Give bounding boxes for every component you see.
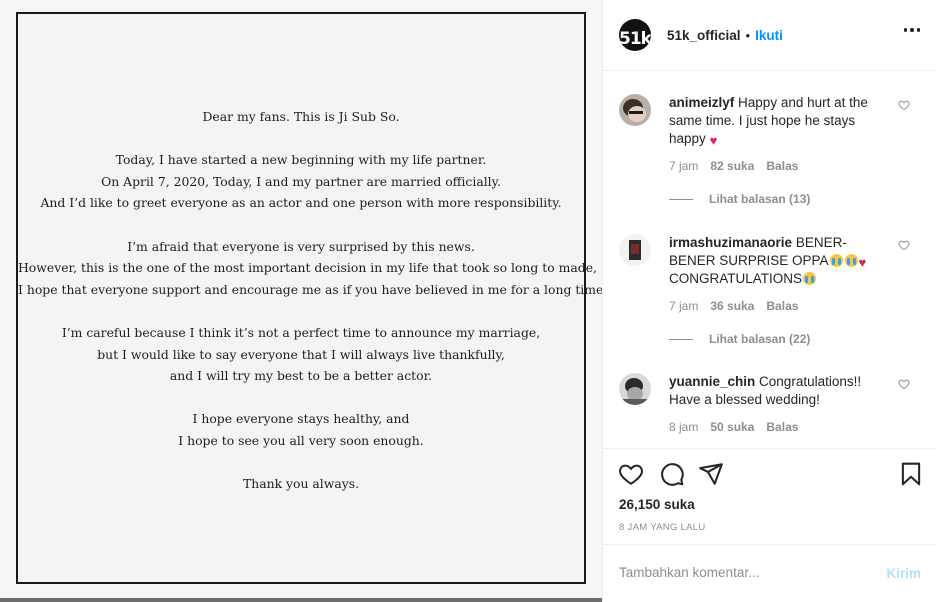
letter-line: I’m careful because I think it’s not a p… xyxy=(61,324,541,340)
comment-item: animeizlyf Happy and hurt at the same ti… xyxy=(619,94,921,206)
like-count[interactable]: 26,150 suka xyxy=(619,497,695,512)
bookmark-icon[interactable] xyxy=(898,461,924,487)
comment-meta: 7 jam 82 suka Balas xyxy=(669,159,921,173)
share-icon[interactable] xyxy=(698,461,724,487)
post-comment-button[interactable]: Kirim xyxy=(886,566,921,581)
letter-paragraph: I’m afraid that everyone is very surpris… xyxy=(18,236,602,301)
reply-button[interactable]: Balas xyxy=(766,159,798,173)
view-replies-label: Lihat balasan (22) xyxy=(709,332,811,346)
post-header: 51k 51k_official • Ikuti xyxy=(603,0,936,71)
letter-line: On April 7, 2020, Today, I and my partne… xyxy=(101,173,501,189)
letter-line: I hope everyone stays healthy, and xyxy=(192,411,410,427)
letter-paragraph: Thank you always. xyxy=(18,473,584,495)
heart-emoji-icon: ♥ xyxy=(709,133,718,148)
comment-likes[interactable]: 50 suka xyxy=(710,420,754,434)
post-sidebar: 51k 51k_official • Ikuti animeizlyf Happ… xyxy=(602,0,936,602)
comment-username[interactable]: yuannie_chin xyxy=(669,374,755,389)
separator-dot: • xyxy=(745,27,751,43)
heart-icon[interactable] xyxy=(898,99,910,111)
comment-list[interactable]: animeizlyf Happy and hurt at the same ti… xyxy=(603,72,936,448)
replies-divider xyxy=(669,338,693,340)
letter-line: I hope to see you all very soon enough. xyxy=(178,432,424,448)
more-icon[interactable] xyxy=(903,28,920,32)
comment-likes[interactable]: 82 suka xyxy=(710,159,754,173)
letter-line: I’m afraid that everyone is very surpris… xyxy=(127,238,475,254)
comment-input[interactable] xyxy=(619,565,869,580)
post-actions: 26,150 suka 8 JAM YANG LALU xyxy=(603,448,936,544)
broken-heart-emoji-icon: ♥ xyxy=(858,255,867,270)
comment-text: animeizlyf Happy and hurt at the same ti… xyxy=(669,94,883,148)
letter-line: I hope that everyone support and encoura… xyxy=(18,281,602,297)
letter-line: and I will try my best to be a better ac… xyxy=(169,368,433,384)
comment-meta: 7 jam 36 suka Balas xyxy=(669,299,921,313)
letter-line: Today, I have started a new beginning wi… xyxy=(115,152,487,168)
letter-line: Dear my fans. This is Ji Sub So. xyxy=(202,109,400,124)
view-replies-label: Lihat balasan (13) xyxy=(709,192,811,206)
comment-time[interactable]: 8 jam xyxy=(669,420,698,434)
reply-button[interactable]: Balas xyxy=(766,420,798,434)
comment-meta: 8 jam 50 suka Balas xyxy=(669,420,921,434)
comment-time[interactable]: 7 jam xyxy=(669,299,698,313)
letter-line: And I’d like to greet everyone as an act… xyxy=(40,195,562,211)
comment-icon[interactable] xyxy=(659,461,685,487)
crying-emoji-icon xyxy=(803,272,817,285)
replies-divider xyxy=(669,198,693,200)
comment-text: yuannie_chin Congratulations!! Have a bl… xyxy=(669,373,883,409)
letter-paragraph: I hope everyone stays healthy, and I hop… xyxy=(18,408,584,451)
comment-username[interactable]: irmashuzimanaorie xyxy=(669,235,792,250)
post-timestamp[interactable]: 8 JAM YANG LALU xyxy=(619,522,706,533)
letter-paragraph: Today, I have started a new beginning wi… xyxy=(18,149,584,214)
comment-username[interactable]: animeizlyf xyxy=(669,95,734,110)
heart-icon[interactable] xyxy=(618,461,644,487)
follow-button[interactable]: Ikuti xyxy=(755,28,783,43)
background-strip xyxy=(0,598,602,602)
avatar[interactable] xyxy=(619,94,651,126)
heart-icon[interactable] xyxy=(898,378,910,390)
post-image[interactable]: Dear my fans. This is Ji Sub So. Today, … xyxy=(0,0,602,602)
username-link[interactable]: 51k_official xyxy=(667,28,741,43)
letter-text: Dear my fans. This is Ji Sub So. Today, … xyxy=(18,106,602,516)
comment-content: CONGRATULATIONS xyxy=(669,271,803,286)
letter-paragraph: Dear my fans. This is Ji Sub So. xyxy=(18,106,584,128)
avatar[interactable]: 51k xyxy=(619,19,651,51)
letter-line: Thank you always. xyxy=(242,476,360,492)
view-replies-button[interactable]: Lihat balasan (22) xyxy=(669,332,921,346)
comment-item: irmashuzimanaorie BENER-BENER SURPRISE O… xyxy=(619,234,921,346)
crying-emoji-icon xyxy=(844,254,858,267)
comment-text: irmashuzimanaorie BENER-BENER SURPRISE O… xyxy=(669,234,883,288)
comment-time[interactable]: 7 jam xyxy=(669,159,698,173)
view-replies-button[interactable]: Lihat balasan (13) xyxy=(669,192,921,206)
avatar[interactable] xyxy=(619,373,651,405)
reply-button[interactable]: Balas xyxy=(766,299,798,313)
letter-frame: Dear my fans. This is Ji Sub So. Today, … xyxy=(16,12,602,584)
crying-emoji-icon xyxy=(829,254,843,267)
comment-likes[interactable]: 36 suka xyxy=(710,299,754,313)
comment-item: yuannie_chin Congratulations!! Have a bl… xyxy=(619,373,921,434)
letter-line: but I would like to say everyone that I … xyxy=(97,346,505,362)
avatar-text: 51k xyxy=(619,29,651,49)
avatar[interactable] xyxy=(619,234,651,266)
letter-line: However, this is the one of the most imp… xyxy=(18,260,597,276)
letter-paragraph: I’m careful because I think it’s not a p… xyxy=(18,322,584,387)
add-comment-bar: Kirim xyxy=(603,544,936,602)
heart-icon[interactable] xyxy=(898,239,910,251)
